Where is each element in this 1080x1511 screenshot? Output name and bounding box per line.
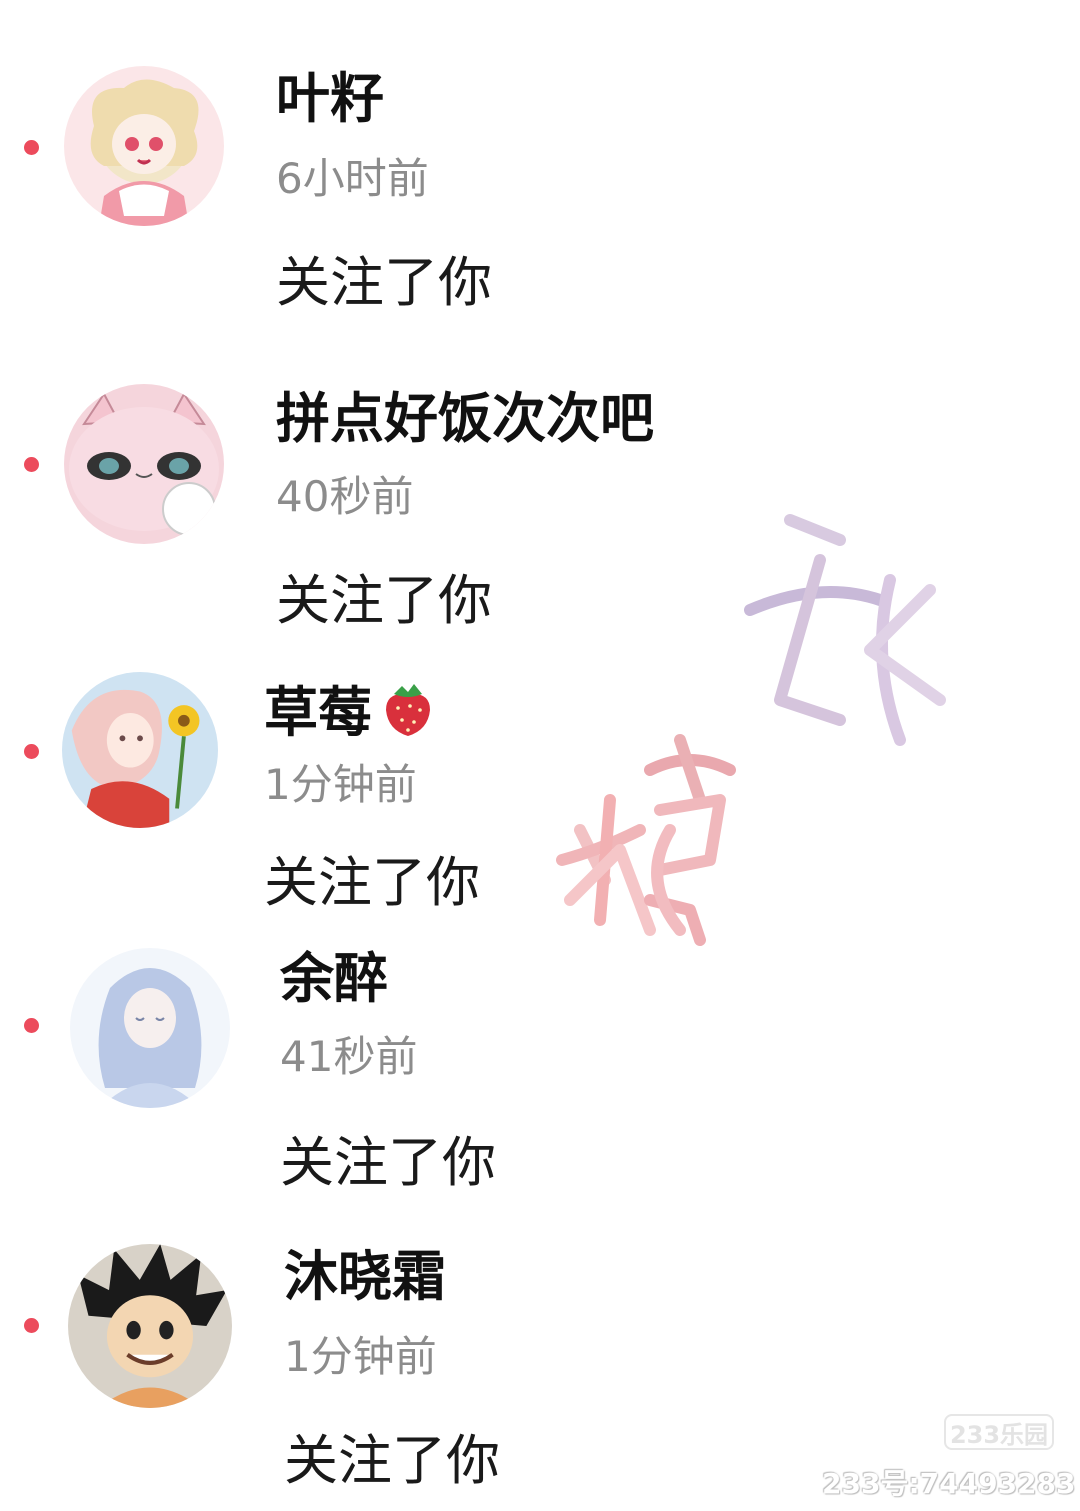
avatar[interactable] [64,66,224,226]
anime-girl-sunflower-avatar [62,672,218,828]
notification-text: 关注了你 [276,251,492,314]
timestamp: 41秒前 [280,1032,418,1081]
anime-girl-blonde-avatar [64,66,224,226]
cartoon-boy-spiky-hair-avatar [68,1244,232,1408]
timestamp: 40秒前 [276,472,414,521]
pink-cartoon-cat-avatar [64,384,224,544]
notification-item[interactable]: 余醉 41秒前 关注了你 [0,920,1080,1220]
avatar[interactable] [64,384,224,544]
site-id-watermark: 233号:74493283 [822,1467,1076,1500]
notification-text: 关注了你 [276,569,492,632]
avatar[interactable] [62,672,218,828]
handwritten-watermark [540,500,960,960]
username[interactable]: 草莓 [264,678,438,747]
avatar[interactable] [70,948,230,1108]
strawberry-emoji [378,678,438,747]
timestamp: 1分钟前 [264,760,417,809]
unread-dot [24,744,39,759]
unread-dot [24,140,39,155]
notification-text: 关注了你 [284,1429,500,1492]
username[interactable]: 沐晓霜 [284,1250,446,1304]
anime-girl-blue-hair-avatar [70,948,230,1108]
site-logo: 233乐园 [944,1414,1054,1450]
timestamp: 1分钟前 [284,1332,437,1381]
timestamp: 6小时前 [276,154,429,203]
unread-dot [24,1018,39,1033]
avatar[interactable] [68,1244,232,1408]
username[interactable]: 叶籽 [276,72,384,126]
notification-item[interactable]: 叶籽 6小时前 关注了你 [0,0,1080,340]
unread-dot [24,1318,39,1333]
notification-text: 关注了你 [280,1131,496,1194]
username[interactable]: 拼点好饭次次吧 [276,392,654,446]
notification-text: 关注了你 [264,851,480,914]
unread-dot [24,457,39,472]
username[interactable]: 余醉 [280,952,388,1006]
